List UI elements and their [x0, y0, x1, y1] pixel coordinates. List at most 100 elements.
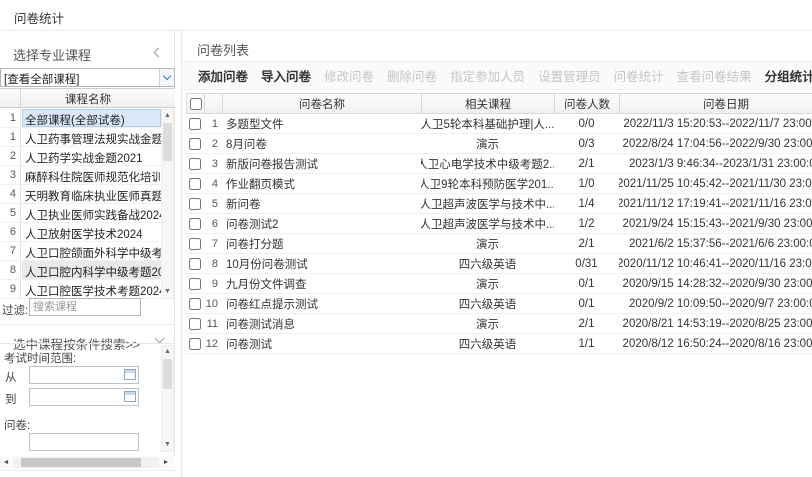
questionnaire-date: 2021/6/2 15:37:56--2021/6/6 23:00:00 — [619, 234, 812, 253]
course-list: 1 全部课程(全部试卷) 1 人卫药事管理法规实战金题2021 2 人卫药学实战… — [0, 109, 161, 299]
table-row[interactable]: 1 多题型文件 人卫5轮本科基础护理|人... 0/0 2022/11/3 15… — [186, 114, 812, 134]
course-name: 人卫口腔颌面外科学中级考题2024 — [22, 242, 161, 260]
questionnaire-date: 2021/9/24 15:15:43--2021/9/30 23:00:00 — [619, 214, 812, 233]
course-filter-dropdown[interactable]: [查看全部课程] — [0, 68, 175, 87]
row-checkbox-cell — [186, 154, 204, 173]
related-course: 四六级英语 — [421, 334, 554, 353]
table-row[interactable]: 3 新版问卷报告测试 人卫心电学技术中级考题2... 2/1 2023/1/3 … — [186, 154, 812, 174]
scroll-down-icon[interactable]: ▼ — [162, 286, 173, 298]
course-row[interactable]: 7 人卫口腔颌面外科学中级考题2024 — [0, 242, 161, 261]
related-course: 人卫心电学技术中级考题2... — [421, 154, 554, 173]
table-row[interactable]: 12 问卷测试 四六级英语 1/1 2020/8/12 16:50:24--20… — [186, 334, 812, 354]
table-row[interactable]: 9 九月份文件调查 演示 0/1 2020/9/15 14:28:32--202… — [186, 274, 812, 294]
row-checkbox[interactable] — [189, 218, 201, 230]
course-number: 1 — [0, 128, 21, 146]
table-row[interactable]: 8 10月份问卷测试 四六级英语 0/31 2020/11/12 10:46:4… — [186, 254, 812, 274]
row-checkbox[interactable] — [189, 278, 201, 290]
course-name: 天明教育临床执业医师真题2024 — [22, 185, 161, 203]
select-all-checkbox[interactable] — [190, 98, 202, 110]
row-number: 6 — [204, 214, 222, 233]
toolbar-button[interactable]: 设置管理员 — [538, 66, 601, 85]
scrollbar-thumb[interactable] — [21, 458, 141, 467]
table-row[interactable]: 4 作业翻页模式 人卫9轮本科预防医学201... 1/0 2021/11/25… — [186, 174, 812, 194]
scroll-up-icon[interactable]: ▲ — [162, 346, 173, 358]
toolbar-button[interactable]: 查看问卷结果 — [677, 66, 752, 85]
course-row[interactable]: 2 人卫药学实战金题2021 — [0, 147, 161, 166]
row-checkbox[interactable] — [189, 138, 201, 150]
course-number: 3 — [0, 166, 21, 184]
row-number: 1 — [204, 114, 222, 133]
table-row[interactable]: 6 问卷测试2 人卫超声波医学与技术中... 1/2 2021/9/24 15:… — [186, 214, 812, 234]
questionnaire-name-input[interactable] — [29, 433, 139, 451]
row-number: 4 — [204, 174, 222, 193]
toolbar-button[interactable]: 添加问卷 — [198, 66, 248, 85]
questionnaire-name: 问卷红点提示测试 — [222, 294, 421, 313]
scroll-down-icon[interactable]: ▼ — [162, 439, 173, 451]
course-filter-row: 过滤: — [0, 298, 175, 318]
calendar-icon[interactable] — [124, 369, 136, 380]
course-row[interactable]: 4 天明教育临床执业医师真题2024 — [0, 185, 161, 204]
table-row[interactable]: 7 问卷打分题 演示 2/1 2021/6/2 15:37:56--2021/6… — [186, 234, 812, 254]
questionnaire-name: 问卷测试 — [222, 334, 421, 353]
questionnaire-table: 问卷名称 相关课程 问卷人数 问卷日期 1 多题型文件 人卫5轮本科基础护理|人… — [186, 93, 812, 354]
questionnaire-name: 问卷打分题 — [222, 234, 421, 253]
toolbar-button[interactable]: 分组统计 — [765, 66, 812, 85]
scrollbar-track[interactable] — [13, 457, 159, 468]
row-checkbox[interactable] — [189, 258, 201, 270]
scrollbar-thumb[interactable] — [163, 359, 172, 389]
row-checkbox[interactable] — [189, 338, 201, 350]
scrollbar-thumb[interactable] — [163, 123, 172, 161]
questionnaire-name: 8月问卷 — [222, 134, 421, 153]
table-row[interactable]: 2 8月问卷 演示 0/3 2022/8/24 17:04:56--2022/9… — [186, 134, 812, 154]
course-row[interactable]: 1 全部课程(全部试卷) — [0, 109, 161, 128]
row-checkbox[interactable] — [189, 238, 201, 250]
toolbar-button[interactable]: 导入问卷 — [261, 66, 311, 85]
course-row[interactable]: 8 人卫口腔内科学中级考题2024 — [0, 261, 161, 280]
row-number: 2 — [204, 134, 222, 153]
to-date-input[interactable] — [29, 388, 139, 406]
course-number: 8 — [0, 261, 21, 279]
from-date-input[interactable] — [29, 366, 139, 384]
horizontal-scrollbar[interactable]: ◄ ► — [0, 456, 175, 469]
course-search-input[interactable] — [29, 298, 141, 316]
questionnaire-date: 2020/8/12 16:50:24--2020/8/16 23:00:00 — [619, 334, 812, 353]
participant-count: 2/1 — [554, 234, 619, 253]
row-checkbox[interactable] — [189, 158, 201, 170]
row-checkbox[interactable] — [189, 198, 201, 210]
toolbar-button[interactable]: 删除问卷 — [387, 66, 437, 85]
course-row[interactable]: 1 人卫药事管理法规实战金题2021 — [0, 128, 161, 147]
form-scrollbar[interactable]: ▲ ▼ — [161, 345, 174, 452]
questionnaire-date: 2022/8/24 17:04:56--2022/9/30 23:00:00 — [619, 134, 812, 153]
table-row[interactable]: 11 问卷测试消息 演示 2/1 2020/8/21 14:53:19--202… — [186, 314, 812, 334]
row-checkbox[interactable] — [189, 178, 201, 190]
row-checkbox[interactable] — [189, 298, 201, 310]
toolbar-button[interactable]: 修改问卷 — [324, 66, 374, 85]
course-row[interactable]: 9 人卫口腔医学技术考题2024 — [0, 280, 161, 299]
scroll-right-icon[interactable]: ► — [160, 456, 172, 469]
row-checkbox[interactable] — [189, 318, 201, 330]
participant-count: 0/31 — [554, 254, 619, 273]
chevron-down-icon[interactable] — [155, 334, 165, 344]
related-course: 人卫9轮本科预防医学201... — [421, 174, 554, 193]
row-number: 12 — [204, 334, 222, 353]
related-course: 四六级英语 — [421, 294, 554, 313]
course-row[interactable]: 3 麻醉科住院医师规范化培训考试 — [0, 166, 161, 185]
dropdown-open-button[interactable] — [159, 69, 174, 86]
toolbar-button[interactable]: 问卷统计 — [614, 66, 664, 85]
table-row[interactable]: 10 问卷红点提示测试 四六级英语 0/1 2020/9/2 10:09:50-… — [186, 294, 812, 314]
course-row[interactable]: 6 人卫放射医学技术2024 — [0, 223, 161, 242]
collapse-panel-icon[interactable] — [154, 48, 164, 58]
participant-count: 1/4 — [554, 194, 619, 213]
table-row[interactable]: 5 新问卷 人卫超声波医学与技术中... 1/4 2021/11/12 17:1… — [186, 194, 812, 214]
row-checkbox-cell — [186, 334, 204, 353]
toolbar-button[interactable]: 指定参加人员 — [450, 66, 525, 85]
row-number: 9 — [204, 274, 222, 293]
scroll-up-icon[interactable]: ▲ — [162, 110, 173, 122]
date-column-header: 问卷日期 — [620, 94, 812, 113]
calendar-icon[interactable] — [124, 391, 136, 402]
scroll-left-icon[interactable]: ◄ — [0, 456, 12, 469]
row-checkbox[interactable] — [189, 118, 201, 130]
questionnaire-date: 2021/11/25 10:45:42--2021/11/30 23:00:00 — [619, 174, 812, 193]
course-row[interactable]: 5 人卫执业医师实践备战2024 — [0, 204, 161, 223]
course-list-scrollbar[interactable]: ▲ ▼ — [161, 109, 174, 299]
